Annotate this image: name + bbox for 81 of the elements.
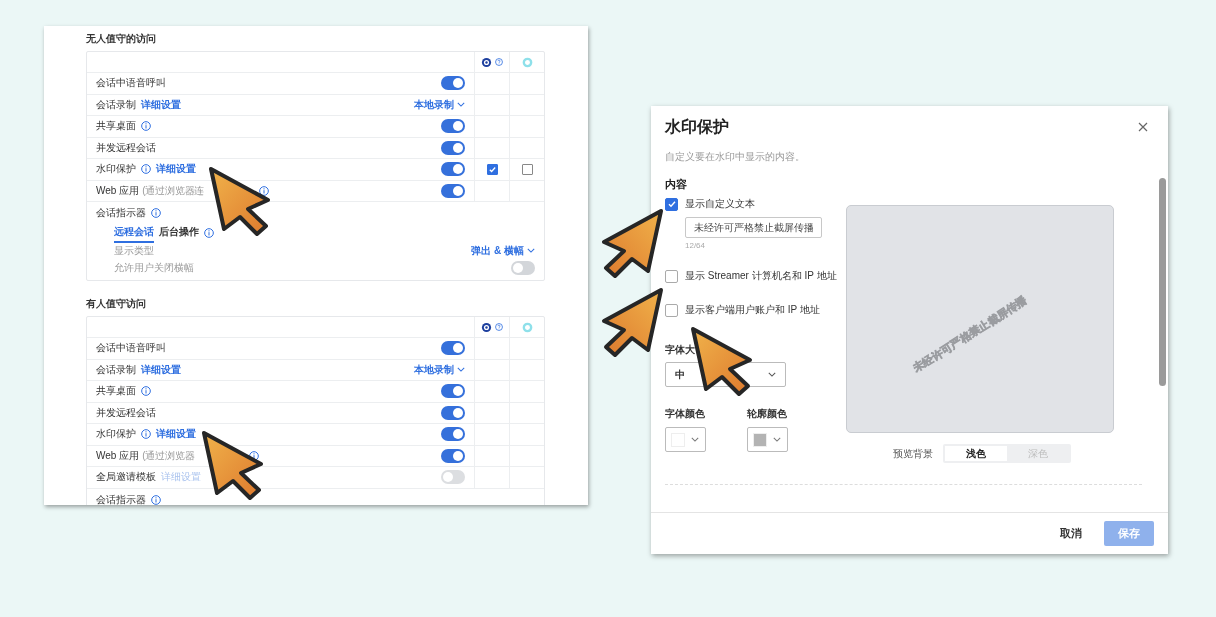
field-label: 字体颜色	[665, 407, 706, 421]
pointer-arrow-icon	[201, 430, 265, 502]
chevron-down-icon	[457, 102, 465, 108]
setting-label: 共享桌面	[96, 384, 136, 399]
toggle-switch[interactable]	[441, 384, 465, 399]
dropdown[interactable]: 本地录制	[414, 362, 465, 377]
target-icon	[481, 321, 492, 333]
setting-note: (通过浏览器连	[142, 183, 205, 198]
field-label: 轮廓颜色	[747, 407, 788, 421]
cancel-button[interactable]: 取消	[1060, 526, 1082, 541]
chevron-down-icon	[773, 437, 781, 442]
setting-label: 并发远程会话	[96, 140, 156, 155]
checkbox[interactable]	[665, 197, 678, 211]
details-link[interactable]: 详细设置	[141, 362, 181, 377]
setting-label: Web 应用	[96, 183, 140, 198]
color-picker[interactable]	[747, 427, 788, 452]
chevron-down-icon	[691, 437, 699, 442]
details-link[interactable]: 详细设置	[141, 97, 181, 112]
setting-label: 水印保护	[96, 162, 136, 177]
character-counter: 12/64	[685, 241, 707, 250]
setting-label: 会话中语音呼叫	[96, 341, 166, 356]
option-label: 显示 Streamer 计算机名和 IP 地址	[685, 269, 837, 283]
toggle-switch[interactable]	[511, 260, 535, 275]
setting-label: Web 应用	[96, 448, 140, 463]
help-icon[interactable]	[495, 323, 503, 331]
dropdown[interactable]: 本地录制	[414, 97, 465, 112]
setting-label: 全局邀请模板	[96, 470, 156, 485]
dropdown[interactable]: 弹出 & 横幅	[471, 243, 535, 258]
color-picker[interactable]	[665, 427, 706, 452]
option-label: 显示自定义文本	[685, 197, 755, 211]
toggle-switch[interactable]	[441, 341, 465, 356]
tab[interactable]: 远程会话	[114, 223, 154, 243]
toggle-switch[interactable]	[441, 140, 465, 155]
section-title: 有人值守访问	[86, 297, 147, 310]
toggle-switch[interactable]	[441, 183, 465, 198]
section-title: 无人值守的访问	[86, 32, 157, 45]
setting-label: 会话指示器	[96, 206, 146, 220]
toggle-switch[interactable]	[441, 119, 465, 134]
target-icon	[481, 56, 492, 68]
ring-icon	[521, 56, 533, 68]
toggle-switch[interactable]	[441, 76, 465, 91]
dialog-subtitle: 自定义要在水印中显示的内容。	[664, 150, 806, 164]
field-label: 字体大	[665, 343, 696, 357]
pointer-arrow-icon	[600, 287, 664, 359]
pointer-arrow-icon	[600, 208, 664, 280]
toggle-switch[interactable]	[441, 427, 465, 442]
setting-label: 共享桌面	[96, 119, 136, 134]
setting-label: 会话录制	[96, 97, 136, 112]
toggle-switch[interactable]	[441, 162, 465, 177]
segment-option[interactable]: 浅色	[945, 446, 1007, 461]
setting-label: 并发远程会话	[96, 405, 156, 420]
setting-label: 会话录制	[96, 362, 136, 377]
checkbox[interactable]	[521, 163, 533, 175]
chevron-down-icon	[457, 367, 465, 373]
setting-label: 显示类型	[114, 243, 154, 258]
watermark-text: 未经许可严格禁止截屏传播	[910, 292, 1030, 376]
checkbox[interactable]	[665, 303, 678, 317]
setting-label: 会话指示器	[96, 492, 146, 505]
section-title: 内容	[665, 177, 688, 192]
setting-label: 水印保护	[96, 427, 136, 442]
chevron-down-icon	[768, 372, 776, 377]
checkbox[interactable]	[486, 163, 498, 175]
toggle-switch[interactable]	[441, 448, 465, 463]
dialog-title: 水印保护	[665, 116, 729, 137]
close-icon[interactable]	[1138, 122, 1148, 132]
pointer-arrow-icon	[208, 166, 272, 238]
tab[interactable]: 后台操作	[159, 223, 199, 243]
checkbox[interactable]	[665, 269, 678, 283]
setting-label: 会话中语音呼叫	[96, 76, 166, 91]
option-label: 显示客户端用户账户和 IP 地址	[685, 303, 820, 317]
details-link[interactable]: 详细设置	[156, 162, 196, 177]
info-icon[interactable]	[259, 185, 270, 196]
details-link[interactable]: 详细设置	[156, 427, 196, 442]
setting-note: (通过浏览器	[142, 448, 195, 463]
help-icon[interactable]	[495, 58, 503, 66]
text-field[interactable]: 未经许可严格禁止截屏传播	[685, 217, 822, 238]
field-label: 预览背景	[893, 446, 933, 461]
chevron-down-icon	[527, 248, 535, 253]
toggle-switch[interactable]	[441, 405, 465, 420]
setting-label: 允许用户关闭横幅	[114, 260, 194, 275]
ring-icon	[521, 321, 533, 333]
